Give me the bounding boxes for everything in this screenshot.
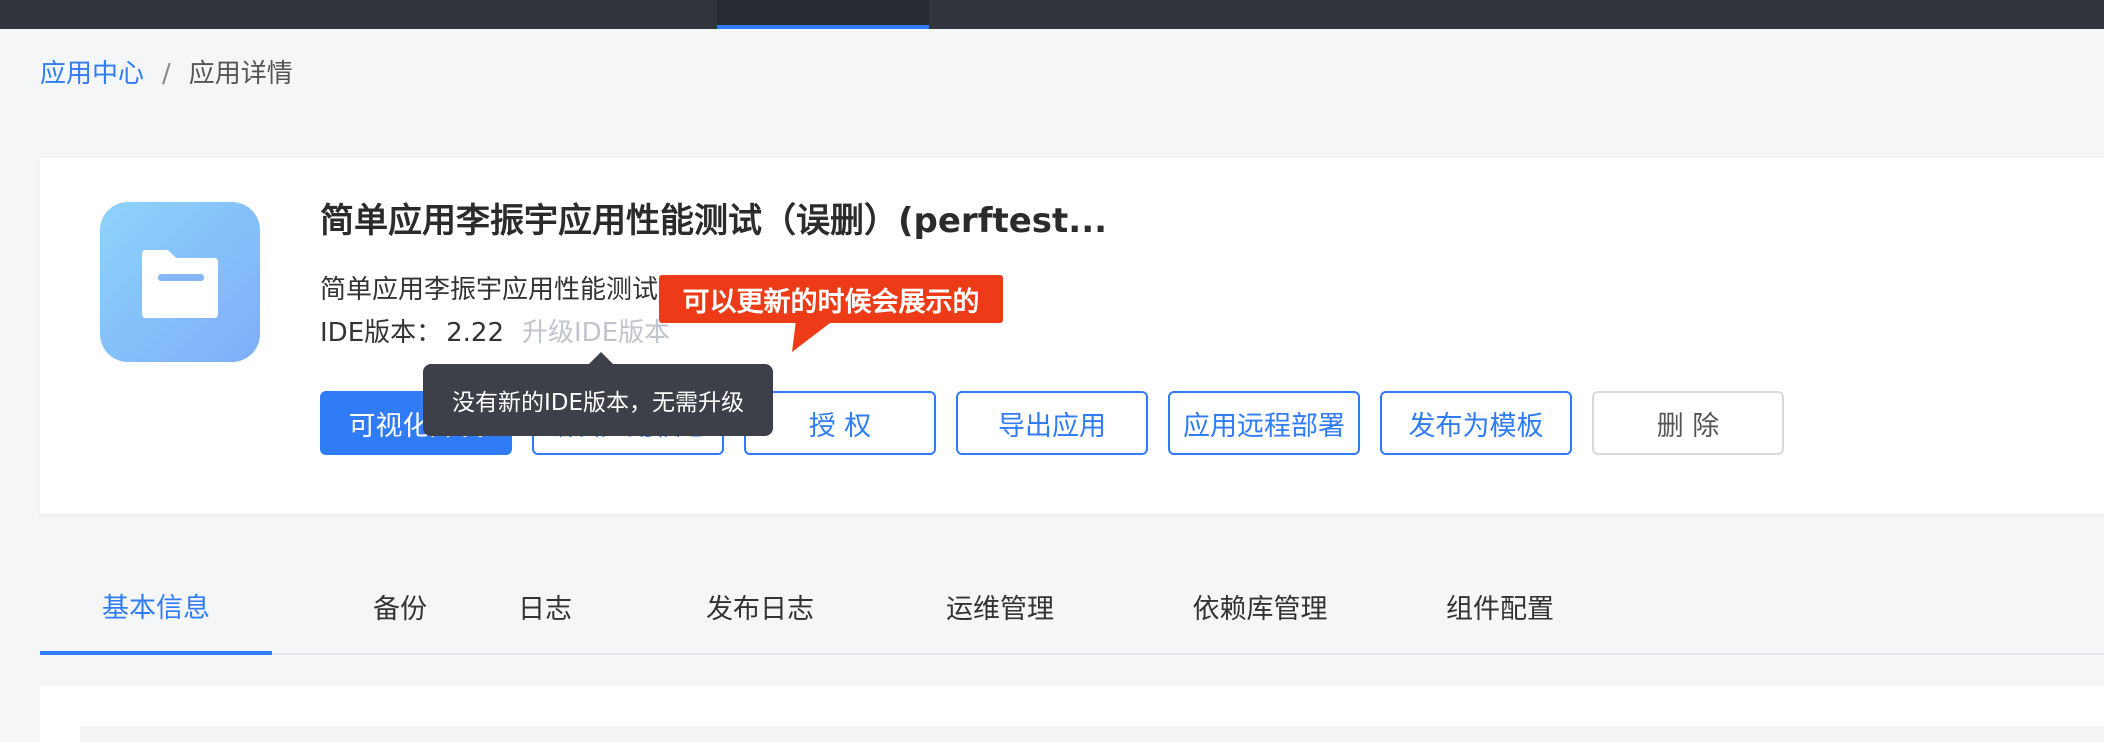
upgrade-tooltip: 没有新的IDE版本，无需升级 — [423, 364, 773, 436]
tab-ops-management[interactable]: 运维管理 — [890, 560, 1110, 653]
publish-template-button[interactable]: 发布为模板 — [1380, 391, 1572, 455]
export-app-button[interactable]: 导出应用 — [956, 391, 1148, 455]
upgrade-ide-link[interactable]: 升级IDE版本 — [522, 318, 670, 348]
breadcrumb-app-center-link[interactable]: 应用中心 — [40, 59, 144, 89]
ide-version-line: IDE版本： 2.22 升级IDE版本 — [320, 314, 670, 352]
detail-tabs: 基本信息 备份 日志 发布日志 运维管理 依赖库管理 组件配置 — [40, 560, 2104, 655]
delete-button[interactable]: 删 除 — [1592, 391, 1784, 455]
app-description: 简单应用李振宇应用性能测试 — [320, 275, 659, 305]
ide-version-label: IDE版本： — [320, 318, 443, 348]
breadcrumb-current: 应用详情 — [188, 59, 293, 89]
callout-pointer — [792, 320, 834, 352]
app-icon — [100, 202, 260, 362]
tab-publish-logs[interactable]: 发布日志 — [660, 560, 860, 653]
tab-content-inner — [80, 726, 2104, 742]
app-title: 简单应用李振宇应用性能测试（误删）(perftest... — [320, 201, 1108, 241]
top-navigation-bar — [0, 0, 2104, 29]
tab-component-config[interactable]: 组件配置 — [1400, 560, 1600, 653]
tab-backup[interactable]: 备份 — [330, 560, 470, 653]
top-nav-active-item[interactable] — [717, 0, 929, 29]
breadcrumb: 应用中心 / 应用详情 — [40, 56, 293, 92]
annotation-callout: 可以更新的时候会展示的 — [659, 275, 1003, 323]
tab-basic-info[interactable]: 基本信息 — [40, 560, 272, 655]
tab-logs[interactable]: 日志 — [470, 560, 620, 653]
ide-version-value: 2.22 — [446, 318, 505, 348]
tab-dependency-management[interactable]: 依赖库管理 — [1130, 560, 1390, 653]
tab-content-panel — [40, 686, 2104, 742]
folder-icon — [142, 250, 218, 318]
breadcrumb-separator: / — [162, 59, 171, 89]
remote-deploy-button[interactable]: 应用远程部署 — [1168, 391, 1360, 455]
